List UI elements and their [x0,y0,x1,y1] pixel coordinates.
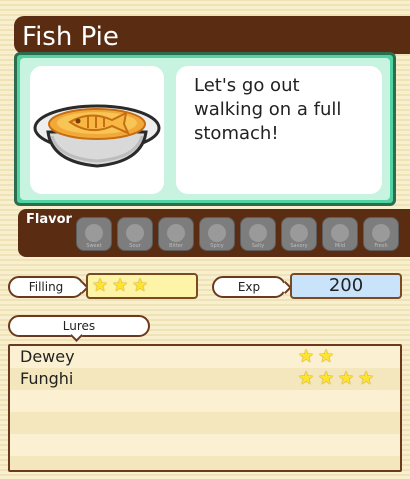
exp-value: 200 [290,273,402,299]
star-icon: ★ [112,275,129,296]
list-item [10,390,400,412]
flavor-caption: Sweet [86,243,102,249]
flavor-7-icon[interactable]: Mild [322,217,358,251]
lure-name: Funghi [20,369,74,388]
flavor-6-icon[interactable]: Savory [281,217,317,251]
star-icon: ★ [338,368,355,389]
list-item [10,456,400,470]
flavor-4-icon[interactable]: Spicy [199,217,235,251]
list-item: Dewey ★ ★ [10,346,400,368]
star-icon: ★ [318,368,335,389]
lure-name: Dewey [20,347,75,366]
filling-label: Filling [28,280,64,294]
list-item [10,412,400,434]
exp-label: Exp [237,280,261,294]
dish-quote: Let's go out walking on a full stomach! [194,75,342,144]
flavor-caption: Savory [290,243,308,249]
flavor-3-icon[interactable]: Bitter [158,217,194,251]
lures-list: Dewey ★ ★ Funghi ★ ★ ★ ★ [8,344,402,472]
flavor-caption: Bitter [169,243,183,249]
star-icon: ★ [298,368,315,389]
flavor-caption: Sour [129,243,141,249]
exp-tag: Exp [212,276,286,298]
star-icon: ★ [318,346,335,367]
star-icon: ★ [92,275,109,296]
flavor-caption: Fresh [374,243,388,249]
star-icon: ★ [298,346,315,367]
flavor-caption: Mild [334,243,346,249]
dish-title: Fish Pie [22,22,119,52]
fish-pie-dish-icon [33,104,161,168]
list-item: Funghi ★ ★ ★ ★ [10,368,400,390]
dish-image-frame [30,66,164,194]
flavor-8-icon[interactable]: Fresh [363,217,399,251]
flavor-label: Flavor [26,212,72,227]
flavor-caption: Salty [251,243,265,249]
flavor-caption: Spicy [210,243,224,249]
flavor-2-icon[interactable]: Sour [117,217,153,251]
filling-tag: Filling [8,276,84,298]
star-icon: ★ [358,368,375,389]
list-item [10,434,400,456]
flavor-1-icon[interactable]: Sweet [76,217,112,251]
star-icon: ★ [132,275,149,296]
flavor-5-icon[interactable]: Salty [240,217,276,251]
